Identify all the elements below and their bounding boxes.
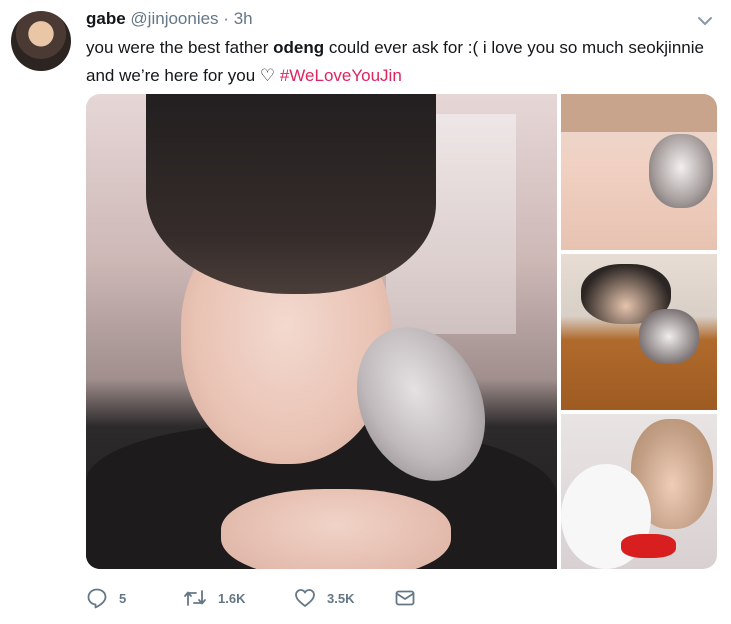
- tweet-text-bold: odeng: [273, 38, 325, 57]
- reply-count: 5: [119, 590, 127, 606]
- timestamp[interactable]: 3h: [234, 9, 253, 28]
- like-icon: [294, 587, 316, 609]
- photo-hair: [561, 94, 717, 132]
- tweet-actions: 5 1.6K 3.5K: [86, 585, 416, 611]
- avatar[interactable]: [11, 11, 71, 71]
- tweet-card: gabe @jinjoonies · 3h you were the best …: [0, 0, 731, 624]
- display-name[interactable]: gabe: [86, 9, 126, 28]
- retweet-icon: [183, 587, 207, 609]
- media-photo-main[interactable]: [86, 94, 557, 569]
- tweet-header: gabe @jinjoonies · 3h: [86, 8, 253, 30]
- like-count: 3.5K: [327, 590, 355, 606]
- media-grid: [86, 94, 717, 569]
- media-photo-2[interactable]: [561, 94, 717, 250]
- retweet-button[interactable]: 1.6K: [183, 587, 294, 609]
- photo-sugar-glider: [639, 309, 699, 364]
- chevron-down-icon[interactable]: [696, 12, 714, 30]
- media-photo-4[interactable]: [561, 414, 717, 569]
- photo-hair: [146, 94, 436, 294]
- retweet-count: 1.6K: [218, 590, 246, 606]
- photo-red-bow: [621, 534, 676, 558]
- photo-sugar-glider: [649, 134, 713, 208]
- tweet-text: you were the best father odeng could eve…: [86, 34, 726, 90]
- reply-icon: [86, 587, 108, 609]
- direct-message-button[interactable]: [394, 587, 416, 609]
- tweet-text-part: you were the best father: [86, 38, 274, 57]
- separator-dot: ·: [223, 9, 229, 28]
- hashtag-link[interactable]: #WeLoveYouJin: [280, 66, 402, 85]
- photo-hand: [221, 489, 451, 569]
- media-photo-3[interactable]: [561, 254, 717, 410]
- reply-button[interactable]: 5: [86, 587, 183, 609]
- like-button[interactable]: 3.5K: [294, 587, 394, 609]
- message-icon: [394, 587, 416, 609]
- user-handle[interactable]: @jinjoonies: [130, 9, 218, 28]
